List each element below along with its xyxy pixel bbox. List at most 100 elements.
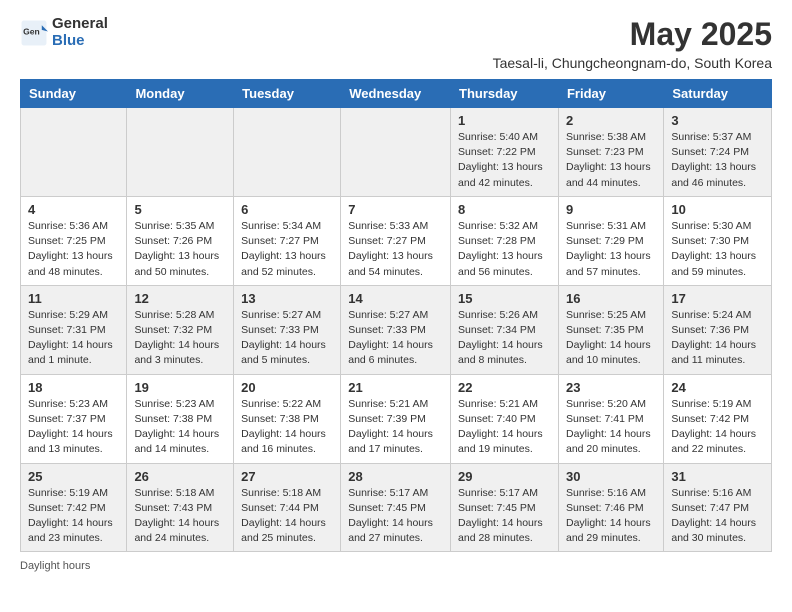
day-number: 22 (458, 380, 551, 395)
day-info: Sunrise: 5:31 AM Sunset: 7:29 PM Dayligh… (566, 219, 656, 280)
calendar-cell: 12 Sunrise: 5:28 AM Sunset: 7:32 PM Dayli… (127, 285, 234, 374)
day-number: 18 (28, 380, 119, 395)
day-info: Sunrise: 5:24 AM Sunset: 7:36 PM Dayligh… (671, 308, 764, 369)
day-number: 28 (348, 469, 443, 484)
day-number: 20 (241, 380, 333, 395)
calendar-cell: 18Sunrise: 5:23 AM Sunset: 7:37 PM Dayli… (21, 374, 127, 463)
day-info: Sunrise: 5:19 AM Sunset: 7:42 PM Dayligh… (671, 397, 764, 458)
day-info: Sunrise: 5:30 AM Sunset: 7:30 PM Dayligh… (671, 219, 764, 280)
day-info: Sunrise: 5:20 AM Sunset: 7:41 PM Dayligh… (566, 397, 656, 458)
calendar-cell: 3Sunrise: 5:37 AM Sunset: 7:24 PM Daylig… (664, 108, 772, 197)
calendar-cell: 14 Sunrise: 5:27 AM Sunset: 7:33 PM Dayli… (341, 285, 451, 374)
calendar-cell: 8 Sunrise: 5:32 AM Sunset: 7:28 PM Daylig… (451, 196, 559, 285)
calendar-cell: 26 Sunrise: 5:18 AM Sunset: 7:43 PM Dayli… (127, 463, 234, 552)
day-info: Sunrise: 5:18 AM Sunset: 7:44 PM Dayligh… (241, 486, 333, 547)
day-number: 21 (348, 380, 443, 395)
logo-icon: Gen (20, 19, 48, 47)
day-info: Sunrise: 5:26 AM Sunset: 7:34 PM Dayligh… (458, 308, 551, 369)
day-info: Sunrise: 5:36 AM Sunset: 7:25 PM Dayligh… (28, 219, 119, 280)
day-number: 4 (28, 202, 119, 217)
day-number: 8 (458, 202, 551, 217)
day-number: 12 (134, 291, 226, 306)
calendar-cell: 25Sunrise: 5:19 AM Sunset: 7:42 PM Dayli… (21, 463, 127, 552)
footer-daylight: Daylight hours (20, 560, 772, 572)
calendar-cell: 16 Sunrise: 5:25 AM Sunset: 7:35 PM Dayli… (558, 285, 663, 374)
calendar-cell: 29Sunrise: 5:17 AM Sunset: 7:45 PM Dayli… (451, 463, 559, 552)
day-info: Sunrise: 5:29 AM Sunset: 7:31 PM Dayligh… (28, 308, 119, 369)
header-monday: Monday (127, 80, 234, 108)
calendar-cell: 5 Sunrise: 5:35 AM Sunset: 7:26 PM Daylig… (127, 196, 234, 285)
day-number: 24 (671, 380, 764, 395)
day-info: Sunrise: 5:32 AM Sunset: 7:28 PM Dayligh… (458, 219, 551, 280)
day-info: Sunrise: 5:19 AM Sunset: 7:42 PM Dayligh… (28, 486, 119, 547)
svg-text:Gen: Gen (23, 26, 40, 36)
calendar-cell: 7 Sunrise: 5:33 AM Sunset: 7:27 PM Daylig… (341, 196, 451, 285)
calendar-cell: 4 Sunrise: 5:36 AM Sunset: 7:25 PM Daylig… (21, 196, 127, 285)
day-info: Sunrise: 5:34 AM Sunset: 7:27 PM Dayligh… (241, 219, 333, 280)
calendar-cell: 22 Sunrise: 5:21 AM Sunset: 7:40 PM Dayli… (451, 374, 559, 463)
day-info: Sunrise: 5:21 AM Sunset: 7:39 PM Dayligh… (348, 397, 443, 458)
calendar-cell: 10Sunrise: 5:30 AM Sunset: 7:30 PM Dayli… (664, 196, 772, 285)
calendar-cell: 15 Sunrise: 5:26 AM Sunset: 7:34 PM Dayli… (451, 285, 559, 374)
day-info: Sunrise: 5:16 AM Sunset: 7:46 PM Dayligh… (566, 486, 656, 547)
day-info: Sunrise: 5:27 AM Sunset: 7:33 PM Dayligh… (348, 308, 443, 369)
day-info: Sunrise: 5:18 AM Sunset: 7:43 PM Dayligh… (134, 486, 226, 547)
day-number: 26 (134, 469, 226, 484)
title-block: May 2025 Taesal-li, Chungcheongnam-do, S… (493, 16, 772, 71)
day-number: 6 (241, 202, 333, 217)
day-info: Sunrise: 5:33 AM Sunset: 7:27 PM Dayligh… (348, 219, 443, 280)
calendar-cell (127, 108, 234, 197)
day-info: Sunrise: 5:22 AM Sunset: 7:38 PM Dayligh… (241, 397, 333, 458)
calendar-week-4: 18Sunrise: 5:23 AM Sunset: 7:37 PM Dayli… (21, 374, 772, 463)
calendar-cell: 13Sunrise: 5:27 AM Sunset: 7:33 PM Dayli… (234, 285, 341, 374)
day-info: Sunrise: 5:16 AM Sunset: 7:47 PM Dayligh… (671, 486, 764, 547)
calendar-week-1: 1Sunrise: 5:40 AM Sunset: 7:22 PM Daylig… (21, 108, 772, 197)
day-info: Sunrise: 5:21 AM Sunset: 7:40 PM Dayligh… (458, 397, 551, 458)
day-info: Sunrise: 5:23 AM Sunset: 7:38 PM Dayligh… (134, 397, 226, 458)
day-number: 5 (134, 202, 226, 217)
day-number: 17 (671, 291, 764, 306)
calendar-cell: 6 Sunrise: 5:34 AM Sunset: 7:27 PM Daylig… (234, 196, 341, 285)
header-thursday: Thursday (451, 80, 559, 108)
calendar-cell: 11Sunrise: 5:29 AM Sunset: 7:31 PM Dayli… (21, 285, 127, 374)
day-info: Sunrise: 5:28 AM Sunset: 7:32 PM Dayligh… (134, 308, 226, 369)
day-number: 9 (566, 202, 656, 217)
calendar-cell: 9 Sunrise: 5:31 AM Sunset: 7:29 PM Daylig… (558, 196, 663, 285)
day-info: Sunrise: 5:27 AM Sunset: 7:33 PM Dayligh… (241, 308, 333, 369)
day-info: Sunrise: 5:25 AM Sunset: 7:35 PM Dayligh… (566, 308, 656, 369)
day-info: Sunrise: 5:35 AM Sunset: 7:26 PM Dayligh… (134, 219, 226, 280)
logo-blue-text: Blue (52, 33, 108, 50)
page-header: Gen General Blue May 2025 Taesal-li, Chu… (20, 16, 772, 71)
calendar-header-row: SundayMondayTuesdayWednesdayThursdayFrid… (21, 80, 772, 108)
logo-general-text: General (52, 16, 108, 33)
calendar-cell: 24 Sunrise: 5:19 AM Sunset: 7:42 PM Dayli… (664, 374, 772, 463)
calendar-week-2: 4 Sunrise: 5:36 AM Sunset: 7:25 PM Daylig… (21, 196, 772, 285)
calendar-cell: 27 Sunrise: 5:18 AM Sunset: 7:44 PM Dayli… (234, 463, 341, 552)
day-number: 16 (566, 291, 656, 306)
calendar-table: SundayMondayTuesdayWednesdayThursdayFrid… (20, 79, 772, 552)
day-number: 14 (348, 291, 443, 306)
calendar-cell: 30Sunrise: 5:16 AM Sunset: 7:46 PM Dayli… (558, 463, 663, 552)
main-title: May 2025 (493, 16, 772, 53)
calendar-cell (21, 108, 127, 197)
header-saturday: Saturday (664, 80, 772, 108)
header-sunday: Sunday (21, 80, 127, 108)
header-friday: Friday (558, 80, 663, 108)
day-number: 15 (458, 291, 551, 306)
calendar-cell: 1Sunrise: 5:40 AM Sunset: 7:22 PM Daylig… (451, 108, 559, 197)
day-number: 19 (134, 380, 226, 395)
calendar-cell: 17 Sunrise: 5:24 AM Sunset: 7:36 PM Dayli… (664, 285, 772, 374)
day-number: 3 (671, 113, 764, 128)
calendar-cell: 31Sunrise: 5:16 AM Sunset: 7:47 PM Dayli… (664, 463, 772, 552)
calendar-cell: 20 Sunrise: 5:22 AM Sunset: 7:38 PM Dayli… (234, 374, 341, 463)
calendar-week-3: 11Sunrise: 5:29 AM Sunset: 7:31 PM Dayli… (21, 285, 772, 374)
calendar-cell: 21 Sunrise: 5:21 AM Sunset: 7:39 PM Dayli… (341, 374, 451, 463)
calendar-cell: 28Sunrise: 5:17 AM Sunset: 7:45 PM Dayli… (341, 463, 451, 552)
day-info: Sunrise: 5:38 AM Sunset: 7:23 PM Dayligh… (566, 130, 656, 191)
calendar-cell (341, 108, 451, 197)
calendar-cell: 19 Sunrise: 5:23 AM Sunset: 7:38 PM Dayli… (127, 374, 234, 463)
day-number: 7 (348, 202, 443, 217)
day-number: 27 (241, 469, 333, 484)
day-number: 23 (566, 380, 656, 395)
day-number: 2 (566, 113, 656, 128)
